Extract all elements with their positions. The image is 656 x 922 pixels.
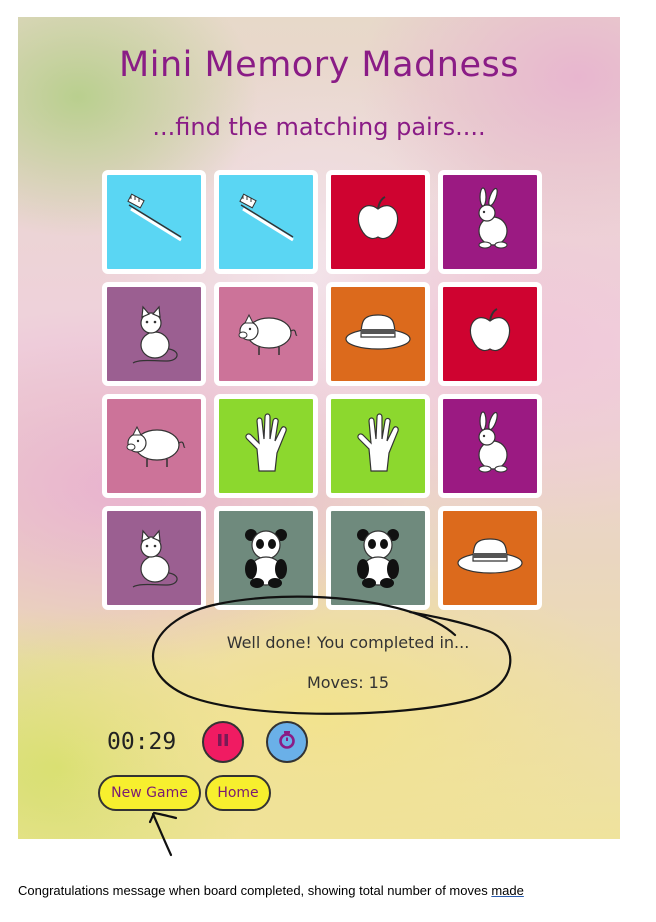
- cat-icon: [119, 297, 189, 371]
- memory-card[interactable]: [214, 506, 318, 610]
- moves-counter: Moves: 15: [306, 673, 390, 692]
- game-title: Mini Memory Madness: [119, 45, 519, 85]
- timer-display: 00:29: [107, 729, 177, 755]
- memory-card[interactable]: [438, 506, 542, 610]
- screenshot-caption: Congratulations message when board compl…: [18, 883, 524, 898]
- apple-icon: [455, 297, 525, 371]
- memory-card[interactable]: [102, 394, 206, 498]
- memory-card[interactable]: [438, 282, 542, 386]
- memory-card[interactable]: [214, 282, 318, 386]
- pause-button[interactable]: [202, 721, 244, 763]
- memory-card[interactable]: [102, 506, 206, 610]
- memory-card[interactable]: [438, 170, 542, 274]
- cat-icon: [119, 521, 189, 595]
- hat-icon: [343, 297, 413, 371]
- pig-icon: [119, 409, 189, 483]
- memory-card[interactable]: [102, 282, 206, 386]
- apple-icon: [343, 185, 413, 259]
- glove-icon: [231, 409, 301, 483]
- stopwatch-button[interactable]: [266, 721, 308, 763]
- hat-icon: [455, 521, 525, 595]
- pig-icon: [231, 297, 301, 371]
- panda-icon: [343, 521, 413, 595]
- stopwatch-icon: [277, 730, 297, 754]
- memory-card[interactable]: [326, 394, 430, 498]
- game-screenshot: Mini Memory Madness ...find the matching…: [18, 17, 620, 839]
- memory-card[interactable]: [102, 170, 206, 274]
- memory-card[interactable]: [214, 394, 318, 498]
- completion-message: Well done! You completed in...: [226, 633, 470, 652]
- memory-card[interactable]: [214, 170, 318, 274]
- memory-card[interactable]: [326, 170, 430, 274]
- memory-card[interactable]: [326, 282, 430, 386]
- pause-icon: [215, 732, 231, 752]
- game-subtitle: ...find the matching pairs....: [152, 113, 486, 141]
- memory-card[interactable]: [438, 394, 542, 498]
- glove-icon: [343, 409, 413, 483]
- panda-icon: [231, 521, 301, 595]
- home-button[interactable]: Home: [205, 775, 271, 811]
- caption-underlined-word: made: [491, 883, 524, 898]
- memory-card[interactable]: [326, 506, 430, 610]
- rabbit-icon: [455, 409, 525, 483]
- caption-text: Congratulations message when board compl…: [18, 883, 492, 898]
- toothbrush-icon: [119, 185, 189, 259]
- new-game-button[interactable]: New Game: [98, 775, 201, 811]
- toothbrush-icon: [231, 185, 301, 259]
- rabbit-icon: [455, 185, 525, 259]
